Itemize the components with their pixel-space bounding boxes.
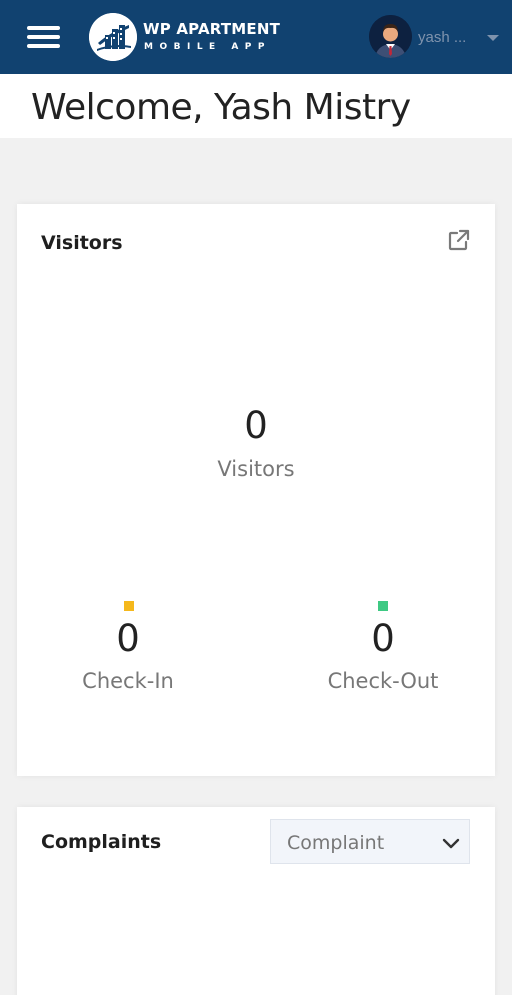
caret-down-icon[interactable] <box>487 35 499 41</box>
check-out-value: 0 <box>371 617 395 660</box>
complaints-card-title: Complaints <box>41 831 162 853</box>
check-out-label: Check-Out <box>327 669 439 693</box>
complaints-card: Complaints Complaint <box>17 807 495 995</box>
welcome-heading: Welcome, Yash Mistry <box>31 87 411 128</box>
check-in-value: 0 <box>116 617 140 660</box>
user-name[interactable]: yash ... <box>418 29 466 46</box>
user-avatar[interactable] <box>369 15 412 58</box>
chevron-down-icon <box>442 834 460 852</box>
external-link-icon[interactable] <box>447 228 471 252</box>
visitors-total-value: 0 <box>244 404 268 447</box>
top-navbar: WP APARTMENT MOBILE APP yash ... <box>0 0 512 74</box>
check-in-label: Check-In <box>82 669 174 693</box>
visitors-card-title: Visitors <box>41 232 123 254</box>
logo-subtitle: MOBILE APP <box>144 42 271 52</box>
check-in-legend-dot <box>124 601 134 611</box>
logo-title: WP APARTMENT <box>143 20 281 38</box>
visitors-total-label: Visitors <box>217 457 295 481</box>
menu-icon[interactable] <box>27 24 61 50</box>
welcome-section: Welcome, Yash Mistry <box>0 74 512 138</box>
dashboard-page: Welcome, Yash Mistry Visitors 0 Visitors… <box>0 74 512 995</box>
complaint-select-value: Complaint <box>287 832 385 854</box>
visitors-card: Visitors 0 Visitors 0 Check-In 0 Check-O… <box>17 204 495 776</box>
complaint-type-select[interactable]: Complaint <box>270 819 470 864</box>
logo-icon[interactable] <box>89 13 137 61</box>
check-out-legend-dot <box>378 601 388 611</box>
